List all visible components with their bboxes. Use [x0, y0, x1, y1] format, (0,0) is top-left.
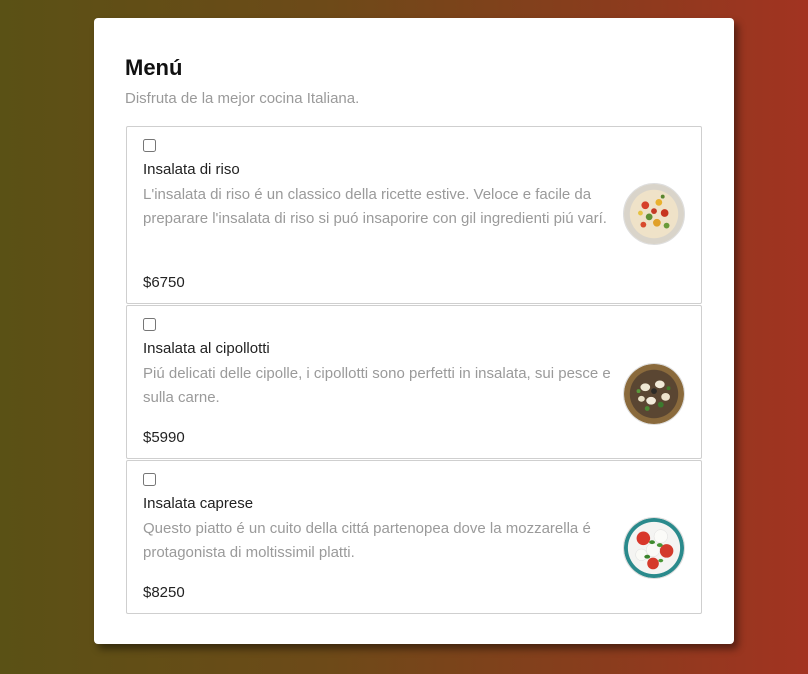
- item-price: $6750: [143, 274, 185, 291]
- page-subtitle: Disfruta de la mejor cocina Italiana.: [125, 90, 360, 107]
- item-price: $5990: [143, 429, 185, 446]
- item-name: Insalata di riso: [143, 161, 240, 178]
- page-title: Menú: [125, 55, 183, 80]
- item-name: Insalata al cipollotti: [143, 340, 270, 357]
- select-checkbox[interactable]: [143, 473, 156, 486]
- menu-item-insalata-di-riso[interactable]: Insalata di riso L'insalata di riso é un…: [126, 126, 702, 304]
- onion-salad-image: [623, 363, 685, 425]
- caprese-salad-image: [623, 517, 685, 579]
- menu-item-insalata-al-cipollotti[interactable]: Insalata al cipollotti Piú delicati dell…: [126, 305, 702, 459]
- menu-card: Menú Disfruta de la mejor cocina Italian…: [94, 18, 734, 644]
- menu-item-insalata-caprese[interactable]: Insalata caprese Questo piatto é un cuit…: [126, 460, 702, 614]
- item-description: L'insalata di riso é un classico della r…: [143, 186, 607, 227]
- item-description: Piú delicati delle cipolle, i cipollotti…: [143, 365, 611, 406]
- item-price: $8250: [143, 584, 185, 601]
- select-checkbox[interactable]: [143, 139, 156, 152]
- item-description: Questo piatto é un cuito della cittá par…: [143, 520, 591, 561]
- item-name: Insalata caprese: [143, 495, 254, 512]
- rice-salad-image: [623, 183, 685, 245]
- select-checkbox[interactable]: [143, 318, 156, 331]
- menu-list: Insalata di riso L'insalata di riso é un…: [126, 126, 702, 615]
